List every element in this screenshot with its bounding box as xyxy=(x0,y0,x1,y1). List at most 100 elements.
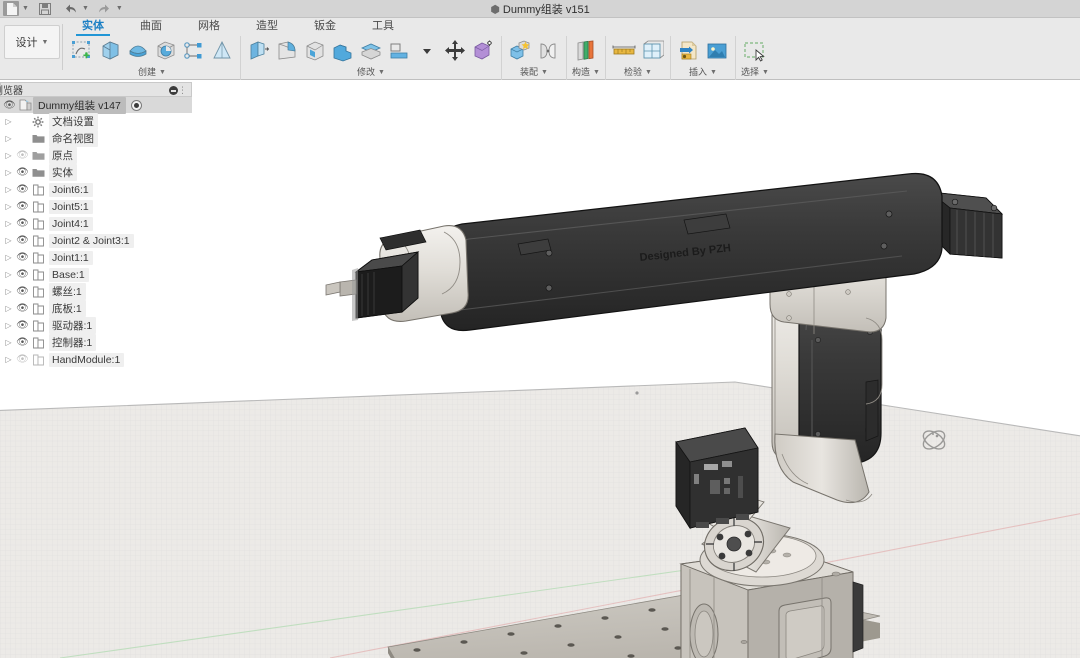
section-analysis-icon[interactable] xyxy=(639,38,665,64)
move-copy-icon[interactable] xyxy=(442,38,468,64)
workspace-design-button[interactable]: 设计 ▼ xyxy=(4,25,60,59)
press-pull-icon[interactable] xyxy=(246,38,272,64)
combine-icon[interactable] xyxy=(330,38,356,64)
construction-plane-icon[interactable] xyxy=(573,38,599,64)
measure-icon[interactable] xyxy=(611,38,637,64)
joint-icon[interactable] xyxy=(535,38,561,64)
visibility-eye-icon[interactable]: 👁 xyxy=(15,218,30,229)
pattern-icon[interactable] xyxy=(181,38,207,64)
panel-modify-chevron-down-icon: ▼ xyxy=(378,68,385,76)
root-activate-radio[interactable] xyxy=(130,99,142,111)
expand-triangle-icon[interactable]: ▷ xyxy=(2,304,15,313)
fillet-icon[interactable] xyxy=(274,38,300,64)
visibility-eye-icon[interactable]: 👁 xyxy=(2,100,17,111)
expand-triangle-icon[interactable]: ▷ xyxy=(2,219,15,228)
visibility-eye-off-icon[interactable]: 👁 xyxy=(15,150,30,161)
redo-chevron-down-icon[interactable]: ▼ xyxy=(116,5,123,12)
browser-item-origin[interactable]: ▷ 👁 原点 xyxy=(0,147,192,164)
expand-triangle-icon[interactable]: ▷ xyxy=(2,287,15,296)
expand-triangle-icon[interactable]: ▷ xyxy=(2,168,15,177)
browser-item-baseplate[interactable]: ▷ 👁 底板:1 xyxy=(0,300,192,317)
visibility-eye-icon[interactable]: 👁 xyxy=(15,303,30,314)
browser-item-joint1[interactable]: ▷ 👁 Joint1:1 xyxy=(0,249,192,266)
loft-icon[interactable] xyxy=(209,38,235,64)
browser-item-joint2-joint3[interactable]: ▷ 👁 Joint2 & Joint3:1 xyxy=(0,232,192,249)
modify-more-caret-icon[interactable] xyxy=(414,38,440,64)
shell-icon[interactable] xyxy=(302,38,328,64)
extrude-icon[interactable] xyxy=(97,38,123,64)
panel-inspect-label[interactable]: 检验 ▼ xyxy=(624,65,652,79)
tab-surface[interactable]: 曲面 xyxy=(122,18,180,36)
browser-item-base[interactable]: ▷ 👁 Base:1 xyxy=(0,266,192,283)
browser-item-bodies[interactable]: ▷ 👁 实体 xyxy=(0,164,192,181)
move-object-icon[interactable] xyxy=(470,38,496,64)
browser-panel-header[interactable]: 浏览器 ⋮ xyxy=(0,82,192,97)
panel-construct: 构造 ▼ xyxy=(567,36,606,80)
expand-triangle-icon[interactable]: ▷ xyxy=(2,270,15,279)
browser-grip-icon[interactable]: ⋮ xyxy=(178,85,187,96)
expand-triangle-icon[interactable]: ▷ xyxy=(2,151,15,160)
expand-triangle-icon[interactable]: ▷ xyxy=(2,117,15,126)
save-icon[interactable] xyxy=(37,1,53,17)
visibility-eye-icon[interactable]: 👁 xyxy=(15,269,30,280)
panel-construct-label[interactable]: 构造 ▼ xyxy=(572,65,600,79)
tab-solid[interactable]: 实体 xyxy=(64,18,122,36)
browser-root-item[interactable]: 👁 Dummy组装 v147 xyxy=(0,96,192,114)
visibility-eye-off-icon[interactable]: 👁 xyxy=(15,354,30,365)
file-icon[interactable] xyxy=(3,1,19,16)
create-sketch-icon[interactable] xyxy=(69,38,95,64)
browser-item-document-settings[interactable]: ▷ 文档设置 xyxy=(0,113,192,130)
browser-item-joint4[interactable]: ▷ 👁 Joint4:1 xyxy=(0,215,192,232)
browser-item-handmodule[interactable]: ▷ 👁 HandModule:1 xyxy=(0,351,192,368)
select-window-icon[interactable] xyxy=(742,38,768,64)
panel-create-label[interactable]: 创建 ▼ xyxy=(138,65,166,79)
visibility-eye-icon[interactable]: 👁 xyxy=(15,201,30,212)
browser-item-label: Base:1 xyxy=(49,267,89,282)
revolve-icon[interactable] xyxy=(125,38,151,64)
browser-item-driver[interactable]: ▷ 👁 驱动器:1 xyxy=(0,317,192,334)
panel-select-label[interactable]: 选择 ▼ xyxy=(741,65,769,79)
expand-triangle-icon[interactable]: ▷ xyxy=(2,236,15,245)
visibility-eye-icon[interactable]: 👁 xyxy=(15,252,30,263)
expand-triangle-icon[interactable]: ▷ xyxy=(2,134,15,143)
visibility-eye-icon[interactable]: 👁 xyxy=(15,235,30,246)
align-icon[interactable] xyxy=(386,38,412,64)
sweep-icon[interactable] xyxy=(153,38,179,64)
panel-assemble-label[interactable]: 装配 ▼ xyxy=(520,65,548,79)
tab-form[interactable]: 造型 xyxy=(238,18,296,36)
expand-triangle-icon[interactable]: ▷ xyxy=(2,355,15,364)
redo-icon[interactable] xyxy=(97,1,113,17)
file-menu-chevron-down-icon[interactable]: ▼ xyxy=(22,5,29,12)
browser-item-controller[interactable]: ▷ 👁 控制器:1 xyxy=(0,334,192,351)
visibility-eye-icon[interactable]: 👁 xyxy=(15,184,30,195)
tab-mesh[interactable]: 网格 xyxy=(180,18,238,36)
browser-item-joint6[interactable]: ▷ 👁 Joint6:1 xyxy=(0,181,192,198)
panel-create-label-text: 创建 xyxy=(138,66,157,77)
browser-collapse-icon[interactable] xyxy=(169,86,178,95)
undo-icon[interactable] xyxy=(63,1,79,17)
visibility-eye-icon[interactable]: 👁 xyxy=(15,320,30,331)
browser-item-joint5[interactable]: ▷ 👁 Joint5:1 xyxy=(0,198,192,215)
expand-triangle-icon[interactable]: ▷ xyxy=(2,202,15,211)
visibility-eye-icon[interactable]: 👁 xyxy=(15,167,30,178)
expand-triangle-icon[interactable]: ▷ xyxy=(2,253,15,262)
browser-item-screws[interactable]: ▷ 👁 螺丝:1 xyxy=(0,283,192,300)
origin-point xyxy=(635,391,639,395)
expand-triangle-icon[interactable]: ▷ xyxy=(2,321,15,330)
tab-tools[interactable]: 工具 xyxy=(354,18,412,36)
panel-modify-label[interactable]: 修改 ▼ xyxy=(357,65,385,79)
insert-canvas-icon[interactable] xyxy=(704,38,730,64)
tab-sheetmetal[interactable]: 钣金 xyxy=(296,18,354,36)
expand-triangle-icon[interactable]: ▷ xyxy=(2,185,15,194)
insert-derive-icon[interactable] xyxy=(676,38,702,64)
visibility-eye-icon[interactable]: 👁 xyxy=(15,286,30,297)
panel-insert-label[interactable]: 插入 ▼ xyxy=(689,65,717,79)
expand-triangle-icon[interactable]: ▷ xyxy=(2,338,15,347)
split-body-icon[interactable] xyxy=(358,38,384,64)
new-component-icon[interactable] xyxy=(507,38,533,64)
visibility-eye-icon[interactable]: 👁 xyxy=(15,337,30,348)
undo-chevron-down-icon[interactable]: ▼ xyxy=(82,5,89,12)
browser-item-named-views[interactable]: ▷ 命名视图 xyxy=(0,130,192,147)
controller-module[interactable] xyxy=(675,427,759,530)
modify-more-group[interactable] xyxy=(414,38,440,64)
